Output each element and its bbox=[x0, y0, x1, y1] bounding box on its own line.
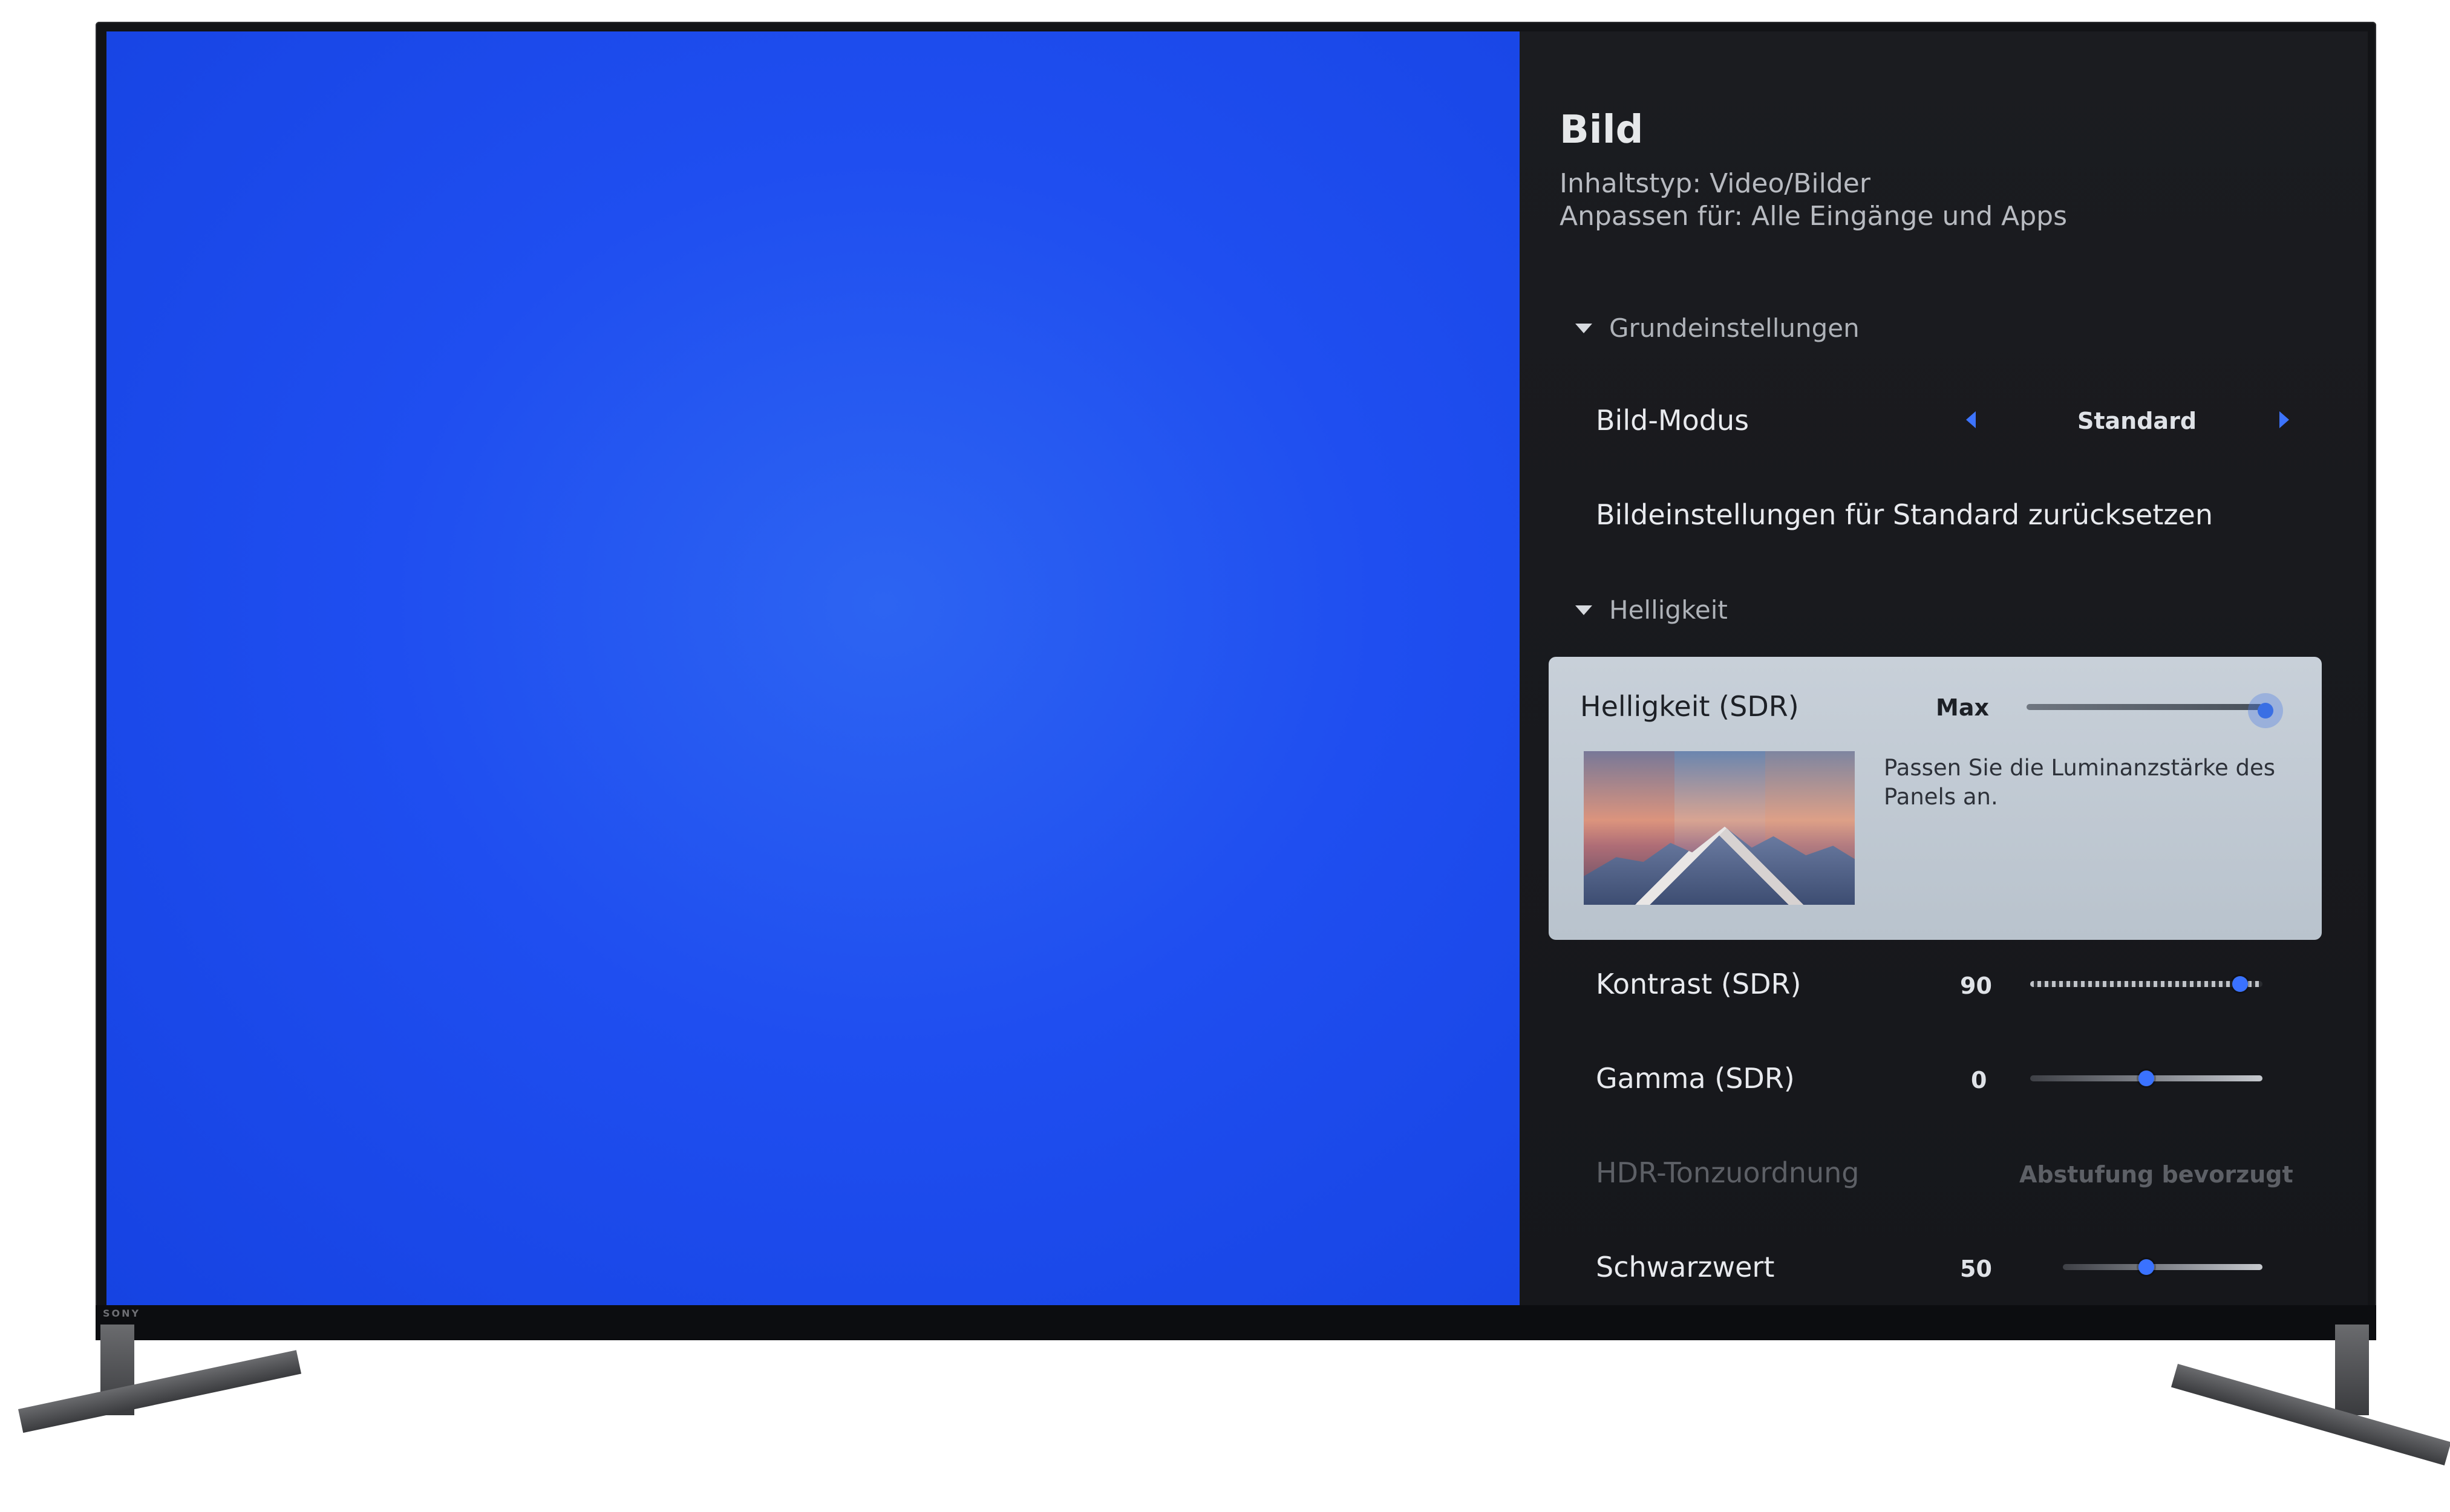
blue-test-area bbox=[106, 31, 1520, 1305]
stand-left-foot bbox=[18, 1350, 302, 1433]
black-level-value: 50 bbox=[1960, 1256, 1992, 1282]
slider-knob[interactable] bbox=[2138, 1259, 2154, 1275]
brightness-sdr-slider[interactable] bbox=[2027, 704, 2262, 710]
slider-knob[interactable] bbox=[2232, 976, 2248, 992]
slider-knob[interactable] bbox=[2258, 703, 2273, 719]
brightness-sdr-description: Passen Sie die Luminanzstärke des Panels… bbox=[1884, 755, 2275, 810]
contrast-sdr-slider[interactable] bbox=[2030, 981, 2262, 987]
section-grundeinstellungen[interactable]: Grundeinstellungen bbox=[1575, 313, 1860, 343]
arrow-right-icon[interactable] bbox=[2279, 411, 2289, 428]
stand-right-post bbox=[2335, 1325, 2369, 1415]
hdr-tone-mapping-value: Abstufung bevorzugt bbox=[2019, 1161, 2293, 1188]
section-helligkeit[interactable]: Helligkeit bbox=[1575, 595, 1728, 625]
brand-logo: SONY bbox=[103, 1308, 141, 1319]
contrast-sdr-label[interactable]: Kontrast (SDR) bbox=[1596, 968, 1801, 1000]
brightness-sdr-card[interactable]: Helligkeit (SDR) Max Passen Sie die Lumi… bbox=[1549, 657, 2322, 940]
brightness-sdr-value: Max bbox=[1936, 694, 1989, 721]
brightness-sdr-label: Helligkeit (SDR) bbox=[1580, 690, 1799, 723]
arrow-left-icon[interactable] bbox=[1966, 411, 1976, 428]
preview-thumbnail bbox=[1584, 751, 1855, 905]
picture-mode-value: Standard bbox=[2077, 408, 2197, 434]
menu-subtitle-apply-for: Anpassen für: Alle Eingänge und Apps bbox=[1560, 201, 2068, 232]
menu-subtitle-content-type: Inhaltstyp: Video/Bilder bbox=[1560, 168, 1870, 199]
slider-knob[interactable] bbox=[2138, 1070, 2154, 1086]
section-label: Helligkeit bbox=[1609, 595, 1728, 625]
reset-picture-settings[interactable]: Bildeinstellungen für Standard zurückset… bbox=[1596, 498, 2213, 531]
gamma-sdr-label[interactable]: Gamma (SDR) bbox=[1596, 1062, 1795, 1095]
menu-title: Bild bbox=[1560, 108, 1644, 152]
black-level-label[interactable]: Schwarzwert bbox=[1596, 1251, 1774, 1283]
gamma-sdr-value: 0 bbox=[1971, 1067, 1987, 1093]
contrast-sdr-value: 90 bbox=[1960, 973, 1992, 999]
tv-bottom-bezel bbox=[96, 1305, 2376, 1340]
stand-right-foot bbox=[2171, 1364, 2450, 1465]
picture-mode-label[interactable]: Bild-Modus bbox=[1596, 404, 1749, 437]
section-label: Grundeinstellungen bbox=[1609, 313, 1860, 343]
black-level-slider[interactable] bbox=[2063, 1264, 2262, 1270]
hdr-tone-mapping-label: HDR-Tonzuordnung bbox=[1596, 1156, 1860, 1189]
chevron-down-icon bbox=[1575, 323, 1592, 333]
chevron-down-icon bbox=[1575, 605, 1592, 615]
